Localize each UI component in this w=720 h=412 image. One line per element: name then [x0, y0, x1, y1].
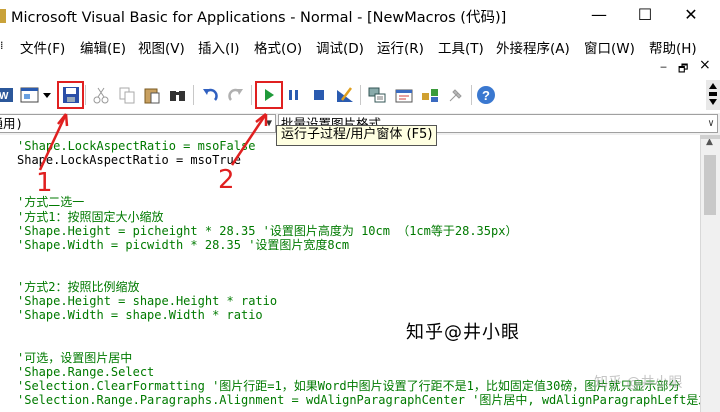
toolbar-separator: [360, 85, 361, 105]
menu-debug[interactable]: 调试(D): [316, 37, 364, 57]
code-line[interactable]: '方式1：按照固定大小缩放: [17, 210, 163, 224]
scroll-thumb[interactable]: [704, 155, 716, 215]
break-icon[interactable]: [283, 84, 305, 106]
toolbar-separator: [85, 85, 86, 105]
mdi-restore-button[interactable]: 🗗: [678, 60, 688, 79]
menu-insert[interactable]: 插入(I): [198, 37, 240, 57]
menu-file[interactable]: 文件(F): [20, 37, 65, 57]
object-dropdown[interactable]: (通用) ▼: [0, 114, 276, 133]
paste-icon[interactable]: [141, 84, 163, 106]
chevron-down-icon[interactable]: ▼: [266, 115, 272, 132]
toolbar-separator: [193, 85, 194, 105]
code-line[interactable]: '可选，设置图片居中: [17, 351, 132, 365]
code-line[interactable]: 'Shape.Height = shape.Height * ratio: [17, 294, 277, 308]
watermark-faint: 知乎 @井小眼: [594, 375, 683, 391]
design-mode-icon[interactable]: [334, 84, 356, 106]
menu-bar: ⁞ 文件(F) 编辑(E) 视图(V) 插入(I) 格式(O) 调试(D) 运行…: [0, 33, 720, 59]
run-tooltip: 运行子过程/用户窗体 (F5): [276, 125, 438, 146]
object-browser-icon[interactable]: [419, 84, 441, 106]
project-explorer-icon[interactable]: [366, 84, 388, 106]
toolbox-icon[interactable]: [445, 84, 467, 106]
standard-toolbar: W ?: [0, 78, 720, 112]
watermark: 知乎@井小眼: [404, 318, 522, 344]
menu-run[interactable]: 运行(R): [377, 37, 424, 57]
annotation-label-2: 2: [218, 165, 235, 195]
find-icon[interactable]: [167, 84, 189, 106]
menu-help[interactable]: 帮助(H): [649, 37, 697, 57]
insert-userform-icon[interactable]: [19, 84, 41, 106]
menu-addins[interactable]: 外接程序(A): [496, 37, 570, 57]
code-line[interactable]: 'Selection.Range.Paragraphs.Alignment = …: [17, 393, 700, 407]
code-line[interactable]: 'Shape.Height = picheight * 28.35 '设置图片高…: [17, 224, 517, 238]
maximize-button[interactable]: ☐: [622, 0, 668, 32]
menu-grip-icon[interactable]: ⁞: [0, 38, 8, 54]
menu-window[interactable]: 窗口(W): [584, 37, 635, 57]
cut-icon[interactable]: [90, 84, 112, 106]
svg-text:W: W: [0, 91, 9, 102]
word-icon[interactable]: W: [0, 84, 16, 106]
svg-text:?: ?: [482, 88, 490, 103]
toolbar-scroll[interactable]: [706, 80, 720, 110]
close-button[interactable]: ✕: [668, 0, 714, 32]
split-bar[interactable]: [700, 135, 720, 139]
vba-app-icon: [0, 9, 6, 23]
object-dropdown-value: (通用): [0, 116, 24, 131]
code-line[interactable]: '方式2：按照比例缩放: [17, 280, 139, 294]
code-line[interactable]: 'Shape.Width = shape.Width * ratio: [17, 308, 263, 322]
menu-edit[interactable]: 编辑(E): [80, 37, 126, 57]
run-highlight-box: [255, 81, 283, 109]
code-line[interactable]: 'Shape.Width = picwidth * 28.35 '设置图片宽度8…: [17, 238, 349, 252]
menu-tools[interactable]: 工具(T): [438, 37, 484, 57]
dropdown-arrow-icon[interactable]: [41, 84, 53, 106]
minimize-button[interactable]: —: [576, 0, 622, 32]
code-line[interactable]: 'Selection.ClearFormatting '图片行距=1，如果Wor…: [17, 379, 680, 393]
code-line[interactable]: Shape.LockAspectRatio = msoTrue: [17, 153, 241, 167]
title-bar: Microsoft Visual Basic for Applications …: [0, 0, 720, 32]
code-editor[interactable]: 'Shape.LockAspectRatio = msoFalse Shape.L…: [0, 135, 700, 412]
mdi-close-button[interactable]: ×: [699, 57, 711, 73]
annotation-label-1: 1: [36, 168, 53, 198]
toolbar-separator: [251, 85, 252, 105]
chevron-down-icon[interactable]: ∨: [708, 115, 714, 132]
menu-view[interactable]: 视图(V): [138, 37, 185, 57]
window-title: Microsoft Visual Basic for Applications …: [11, 10, 507, 26]
code-line[interactable]: 'Shape.Range.Select: [17, 365, 154, 379]
code-line[interactable]: 'Shape.LockAspectRatio = msoFalse: [17, 139, 255, 153]
properties-icon[interactable]: [393, 84, 415, 106]
reset-icon[interactable]: [308, 84, 330, 106]
save-highlight-box: [57, 81, 84, 109]
mdi-minimize-button[interactable]: ‒: [660, 60, 667, 73]
redo-icon[interactable]: [225, 84, 247, 106]
vertical-scrollbar[interactable]: ▲: [700, 135, 720, 412]
menu-format[interactable]: 格式(O): [254, 37, 302, 57]
help-icon[interactable]: ?: [475, 84, 497, 106]
toolbar-separator: [471, 85, 472, 105]
copy-icon[interactable]: [116, 84, 138, 106]
undo-icon[interactable]: [199, 84, 221, 106]
